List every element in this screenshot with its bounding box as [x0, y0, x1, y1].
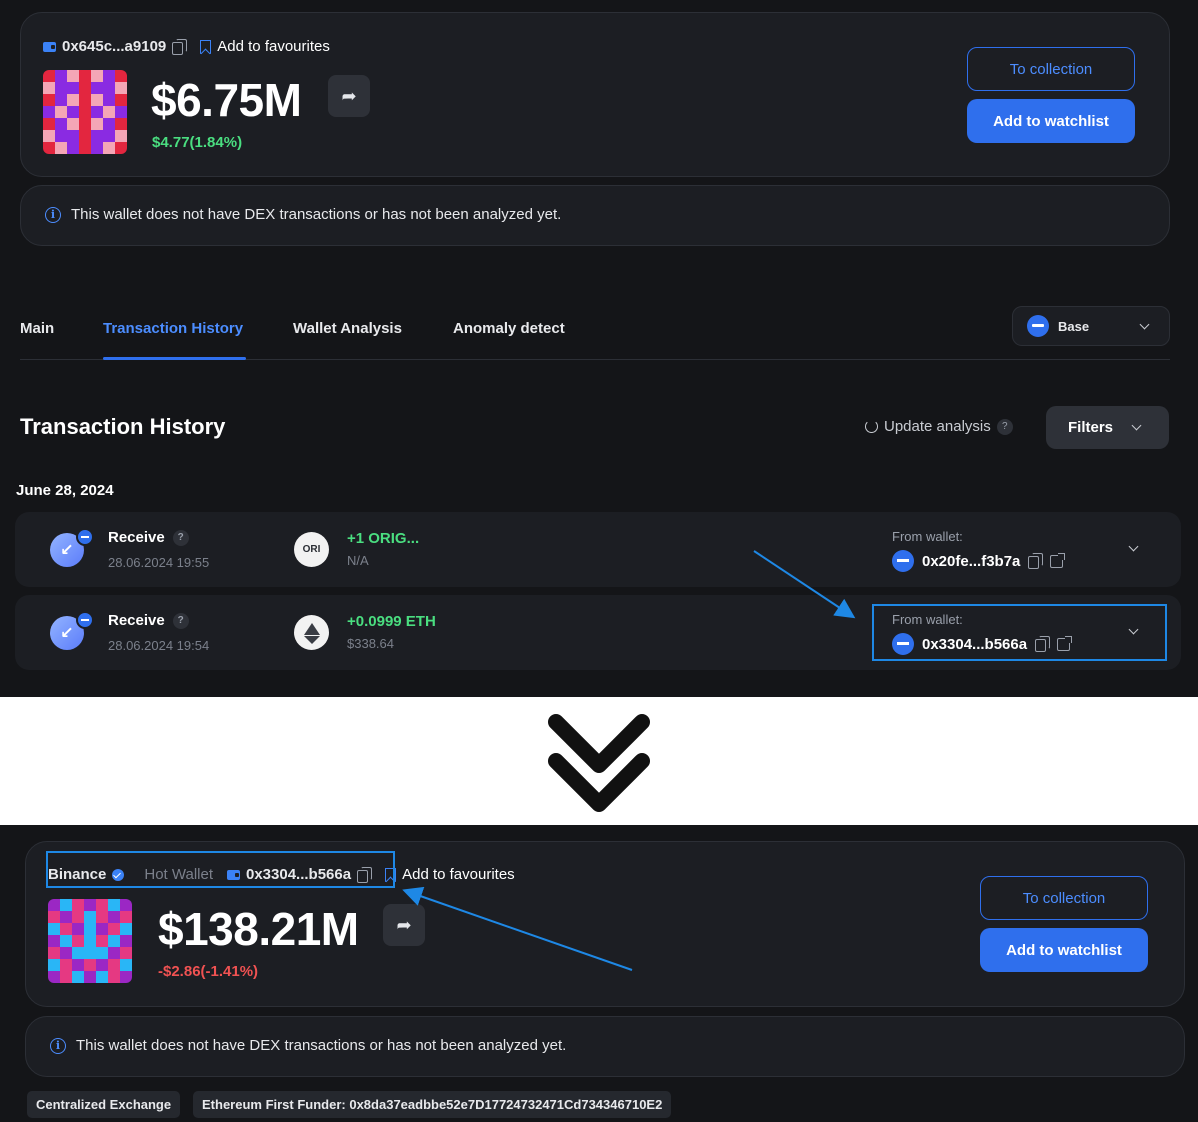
from-wallet-label: From wallet:	[892, 529, 963, 544]
date-group-label: June 28, 2024	[16, 482, 114, 499]
transaction-usd-value: $338.64	[347, 636, 394, 651]
wallet-balance: $6.75M	[151, 74, 302, 126]
double-chevron-down-icon	[548, 714, 650, 812]
share-button[interactable]: ➦	[383, 904, 425, 946]
wallet-avatar	[48, 899, 132, 983]
transaction-usd-value: N/A	[347, 553, 369, 568]
wallet-address-row: 0x645c...a9109 Add to favourites	[43, 38, 330, 55]
update-analysis-label: Update analysis	[884, 418, 991, 435]
transaction-type-label: Receive	[108, 529, 165, 546]
dex-notice-card: i This wallet does not have DEX transact…	[25, 1016, 1185, 1077]
balance-change: $4.77(1.84%)	[152, 134, 243, 151]
dex-notice-card: i This wallet does not have DEX transact…	[20, 185, 1170, 246]
to-collection-button[interactable]: To collection	[967, 47, 1135, 91]
transaction-amount: +1 ORIG...	[347, 530, 420, 547]
orig-token-icon: ORI	[294, 532, 329, 567]
wallet-icon	[43, 41, 56, 52]
to-collection-button[interactable]: To collection	[980, 876, 1148, 920]
share-icon: ➦	[341, 85, 357, 106]
chain-selector[interactable]: Base	[1012, 306, 1170, 346]
filters-label: Filters	[1068, 419, 1114, 436]
tab-wallet-analysis[interactable]: Wallet Analysis	[293, 320, 402, 337]
wallet-address: 0x645c...a9109	[62, 38, 167, 55]
tag-centralized-exchange: Centralized Exchange	[27, 1091, 181, 1118]
transaction-type: Receive ?	[108, 612, 189, 629]
update-analysis-button[interactable]: Update analysis ?	[865, 418, 1013, 435]
base-chain-badge-icon	[76, 611, 94, 629]
add-to-watchlist-button[interactable]: Add to watchlist	[967, 99, 1135, 143]
eth-icon	[294, 615, 329, 650]
copy-icon[interactable]	[1028, 553, 1044, 569]
info-icon: i	[45, 206, 61, 223]
transaction-amount: +0.0999 ETH	[347, 613, 436, 630]
base-chain-badge-icon	[76, 528, 94, 546]
tab-transaction-history[interactable]: Transaction History	[103, 320, 243, 337]
transition-band	[0, 697, 1198, 825]
section-title: Transaction History	[20, 414, 226, 439]
dex-notice: i This wallet does not have DEX transact…	[45, 206, 561, 223]
transaction-time: 28.06.2024 19:55	[108, 555, 210, 570]
before-screen: 0x645c...a9109 Add to favourites $6.75M …	[0, 0, 1198, 697]
dex-notice-text: This wallet does not have DEX transactio…	[71, 206, 562, 223]
add-to-favourites-link[interactable]: Add to favourites	[217, 38, 330, 55]
external-link-icon[interactable]	[1050, 552, 1066, 568]
after-screen: Binance Hot Wallet 0x3304...b566a Add to…	[0, 825, 1198, 1122]
help-icon[interactable]: ?	[996, 418, 1013, 435]
help-icon[interactable]: ?	[172, 612, 189, 629]
wallet-avatar	[43, 70, 127, 154]
dex-notice-text: This wallet does not have DEX transactio…	[76, 1037, 567, 1054]
tab-anomaly-detect[interactable]: Anomaly detect	[453, 320, 565, 337]
help-icon[interactable]: ?	[172, 529, 189, 546]
chevron-down-icon[interactable]	[1128, 541, 1139, 552]
add-to-favourites-link[interactable]: Add to favourites	[402, 866, 515, 883]
refresh-icon	[865, 420, 878, 433]
chain-label: Base	[1058, 318, 1090, 334]
wallet-balance: $138.21M	[158, 903, 359, 955]
from-wallet-address: 0x20fe...f3b7a	[892, 550, 1066, 572]
transaction-row[interactable]: ↙ Receive ? 28.06.2024 19:55 ORI +1 ORIG…	[15, 512, 1181, 587]
base-chain-icon	[892, 550, 914, 572]
tab-bar: Main Transaction History Wallet Analysis…	[20, 300, 1170, 360]
transaction-time: 28.06.2024 19:54	[108, 638, 210, 653]
share-icon: ➦	[396, 914, 412, 935]
balance-change: -$2.86(-1.41%)	[158, 963, 259, 980]
add-to-watchlist-button[interactable]: Add to watchlist	[980, 928, 1148, 972]
transaction-type-label: Receive	[108, 612, 165, 629]
active-tab-indicator	[103, 357, 246, 360]
chevron-down-icon	[1131, 420, 1142, 431]
info-icon: i	[50, 1037, 66, 1054]
share-button[interactable]: ➦	[328, 75, 370, 117]
highlight-from-wallet-box	[872, 604, 1167, 661]
tag-first-funder[interactable]: Ethereum First Funder: 0x8da37eadbbe52e7…	[193, 1091, 672, 1118]
highlight-identity-box	[46, 851, 395, 888]
base-chain-icon	[1027, 315, 1049, 337]
bookmark-icon[interactable]	[200, 39, 212, 54]
chevron-down-icon	[1139, 319, 1150, 330]
dex-notice: i This wallet does not have DEX transact…	[50, 1037, 566, 1054]
from-wallet-link[interactable]: 0x20fe...f3b7a	[922, 553, 1020, 570]
filters-button[interactable]: Filters	[1046, 406, 1169, 449]
copy-icon[interactable]	[172, 38, 188, 55]
wallet-header-card: 0x645c...a9109 Add to favourites $6.75M …	[20, 12, 1170, 177]
transaction-type: Receive ?	[108, 529, 189, 546]
tab-main[interactable]: Main	[20, 320, 54, 337]
